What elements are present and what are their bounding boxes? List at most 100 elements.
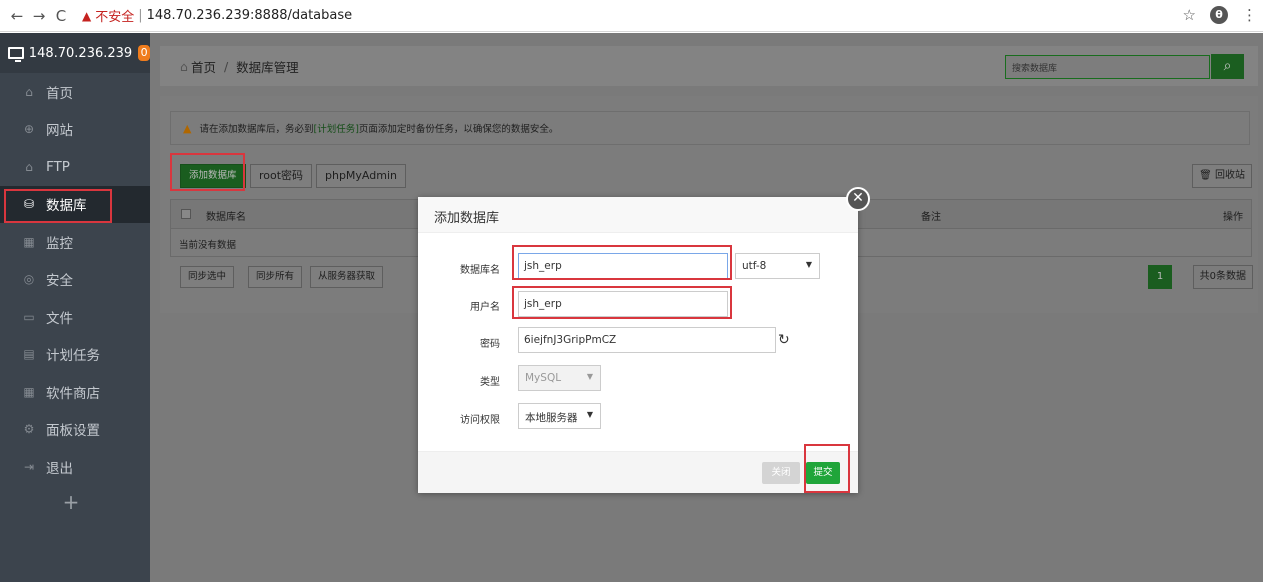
calendar-icon: ▤ <box>23 347 35 362</box>
sidebar-item-label: 文件 <box>46 310 73 327</box>
insecure-label[interactable]: 不安全 <box>95 6 134 25</box>
charset-select[interactable]: utf-8 ▼ <box>735 253 820 279</box>
notification-badge[interactable]: 0 <box>138 45 150 61</box>
sidebar-item-website[interactable]: ⊕ 网站 <box>0 111 150 149</box>
monitor-icon <box>8 47 24 62</box>
sidebar-item-cron[interactable]: ▤ 计划任务 <box>0 336 150 374</box>
sidebar-item-home[interactable]: ⌂ 首页 <box>0 73 150 111</box>
type-value: MySQL <box>525 372 562 384</box>
cron-link[interactable]: [计划任务] <box>313 121 358 135</box>
sidebar-item-label: 软件商店 <box>46 385 100 402</box>
breadcrumb-home[interactable]: 首页 <box>191 57 216 76</box>
backup-alert: ▲ 请在添加数据库后，务必到 [计划任务] 页面添加定时备份任务，以确保您的数据… <box>170 111 1250 145</box>
page-current[interactable]: 1 <box>1148 265 1172 289</box>
sidebar-item-label: 退出 <box>46 460 73 477</box>
warning-icon: ▲ <box>183 121 192 135</box>
db-name-input[interactable]: jsh_erp <box>518 253 728 279</box>
refresh-icon[interactable]: ↻ <box>778 332 790 348</box>
ftp-icon: ⌂ <box>25 159 33 174</box>
sidebar-item-label: 监控 <box>46 235 73 252</box>
shield-icon: ◎ <box>23 272 35 287</box>
dialog-footer: 关闭 提交 <box>418 451 858 493</box>
close-icon[interactable]: ✕ <box>846 187 870 211</box>
browser-toolbar: ← → C ▲ 不安全 | 148.70.236.239:8888/databa… <box>0 0 1263 32</box>
sidebar-item-monitor[interactable]: ▦ 监控 <box>0 223 150 261</box>
select-all-checkbox[interactable] <box>181 209 191 219</box>
trash-icon: 🗑 <box>1199 170 1212 181</box>
col-db-name[interactable]: 数据库名 <box>206 208 246 223</box>
sidebar-item-security[interactable]: ◎ 安全 <box>0 261 150 299</box>
sidebar-item-store[interactable]: ▦ 软件商店 <box>0 373 150 411</box>
close-button[interactable]: 关闭 <box>762 462 800 484</box>
sidebar-item-label: 网站 <box>46 123 73 140</box>
logout-icon: ⇥ <box>23 459 35 474</box>
add-database-dialog: 添加数据库 ✕ 数据库名 jsh_erp utf-8 ▼ 用户名 jsh_erp… <box>418 187 870 493</box>
sidebar-item-label: 首页 <box>46 85 73 102</box>
sidebar-item-label: 面板设置 <box>46 423 100 440</box>
menu-icon[interactable]: ⋮ <box>1242 6 1257 24</box>
add-icon[interactable]: + <box>0 490 142 514</box>
breadcrumb-current: 数据库管理 <box>236 59 299 75</box>
database-icon: ⛁ <box>23 197 35 212</box>
type-label: 类型 <box>480 377 500 388</box>
password-input[interactable]: 6iejfnJ3GripPmCZ <box>518 327 776 353</box>
folder-icon: ▭ <box>23 309 35 324</box>
search-icon[interactable]: ⌕ <box>1211 54 1244 79</box>
submit-button[interactable]: 提交 <box>806 462 840 484</box>
address-bar[interactable]: ▲ 不安全 | 148.70.236.239:8888/database <box>82 6 352 25</box>
sidebar-item-database[interactable]: ⛁ 数据库 <box>0 185 150 223</box>
recycle-bin-button[interactable]: 🗑 回收站 <box>1192 164 1252 188</box>
back-icon[interactable]: ← <box>6 7 28 25</box>
reload-icon[interactable]: C <box>50 7 72 25</box>
charset-value: utf-8 <box>742 260 767 272</box>
total-count: 共0条数据 <box>1192 265 1253 289</box>
sidebar-item-ftp[interactable]: ⌂ FTP <box>0 148 150 186</box>
bookmark-star-icon[interactable]: ☆ <box>1183 6 1196 24</box>
username-label: 用户名 <box>470 302 500 313</box>
chevron-down-icon: ▼ <box>586 372 593 381</box>
grid-icon: ▦ <box>23 384 35 399</box>
sidebar-item-logout[interactable]: ⇥ 退出 <box>0 448 150 486</box>
sidebar-item-settings[interactable]: ⚙ 面板设置 <box>0 411 150 449</box>
phpmyadmin-button[interactable]: phpMyAdmin <box>316 164 406 188</box>
sidebar-item-label: 数据库 <box>46 198 87 215</box>
sync-all-button[interactable]: 同步所有 <box>248 266 303 288</box>
breadcrumb-separator: / <box>223 58 229 74</box>
url-text[interactable]: 148.70.236.239:8888/database <box>147 8 353 23</box>
url-separator: | <box>138 8 143 23</box>
dialog-title: 添加数据库 <box>418 197 858 233</box>
access-label: 访问权限 <box>460 415 500 426</box>
highlight-box <box>170 153 245 191</box>
sidebar-item-files[interactable]: ▭ 文件 <box>0 298 150 336</box>
forward-icon[interactable]: → <box>28 7 50 25</box>
sidebar-item-label: 安全 <box>46 273 73 290</box>
root-password-button[interactable]: root密码 <box>250 164 313 188</box>
sidebar-item-label: FTP <box>46 158 70 175</box>
fetch-from-server-button[interactable]: 从服务器获取 <box>310 266 384 288</box>
db-name-label: 数据库名 <box>460 265 500 276</box>
access-value: 本地服务器 <box>525 412 578 424</box>
chevron-down-icon: ▼ <box>805 260 812 269</box>
col-note: 备注 <box>921 212 941 223</box>
sync-selected-button[interactable]: 同步选中 <box>180 266 235 288</box>
recycle-label: 回收站 <box>1215 170 1245 181</box>
chevron-down-icon: ▼ <box>586 410 593 419</box>
warning-icon: ▲ <box>82 8 92 23</box>
alert-text-after: 页面添加定时备份任务，以确保您的数据安全。 <box>358 124 559 135</box>
type-select: MySQL ▼ <box>518 365 601 391</box>
search-input[interactable]: 搜索数据库 <box>1005 55 1210 79</box>
sidebar-item-label: 计划任务 <box>46 348 100 365</box>
globe-icon: ⊕ <box>23 122 35 137</box>
username-input[interactable]: jsh_erp <box>518 291 728 317</box>
sidebar: 148.70.236.239 0 ⌂ 首页 ⊕ 网站 ⌂ FTP ⛁ 数据库 ▦ 监控 ◎… <box>0 33 150 582</box>
col-action: 操作 <box>1223 212 1243 223</box>
profile-icon[interactable]: θ <box>1210 6 1228 24</box>
home-icon: ⌂ <box>25 84 33 99</box>
breadcrumb: ⌂ 首页 / 数据库管理 搜索数据库 ⌕ <box>160 46 1258 86</box>
access-select[interactable]: 本地服务器 ▼ <box>518 403 601 429</box>
server-ip: 148.70.236.239 <box>28 45 133 61</box>
server-header[interactable]: 148.70.236.239 0 <box>0 33 150 73</box>
alert-text-before: 请在添加数据库后，务必到 <box>199 124 314 135</box>
password-label: 密码 <box>480 339 500 350</box>
monitor-chart-icon: ▦ <box>23 234 35 249</box>
